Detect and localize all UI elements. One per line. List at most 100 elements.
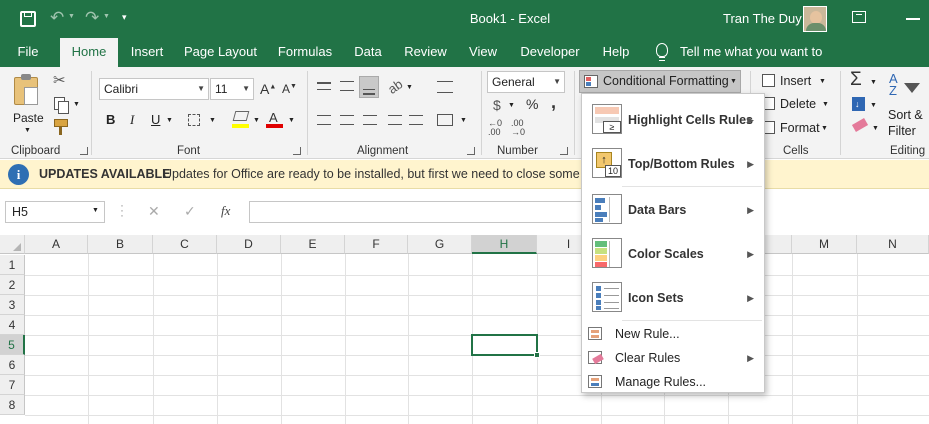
active-cell[interactable] — [471, 334, 540, 358]
comma-button[interactable]: , — [551, 92, 556, 113]
tab-data[interactable]: Data — [348, 38, 388, 67]
row-header[interactable]: 8 — [0, 395, 25, 415]
row-header[interactable]: 2 — [0, 275, 25, 295]
fill-icon[interactable]: ↓ — [852, 97, 865, 111]
menu-item-manage-rules[interactable]: Manage Rules... — [582, 370, 764, 394]
align-center-icon[interactable] — [340, 115, 354, 125]
fill-handle[interactable] — [534, 352, 540, 358]
cancel-entry-icon[interactable]: ✕ — [148, 203, 160, 220]
enter-entry-icon[interactable]: ✓ — [184, 203, 196, 220]
column-header[interactable]: C — [153, 235, 217, 254]
row-header[interactable]: 4 — [0, 315, 25, 335]
insert-cells-label[interactable]: Insert — [780, 74, 811, 88]
font-launcher-icon[interactable] — [293, 147, 301, 155]
align-left-icon[interactable] — [317, 115, 331, 125]
number-format-select[interactable]: General ▼ — [487, 71, 565, 93]
tab-page-layout[interactable]: Page Layout — [180, 38, 261, 67]
menu-item-data-bars[interactable]: Data Bars ▶ — [582, 188, 764, 232]
save-icon[interactable] — [20, 11, 36, 27]
clipboard-launcher-icon[interactable] — [80, 147, 88, 155]
align-right-icon[interactable] — [363, 115, 377, 125]
select-all-corner[interactable] — [0, 235, 25, 254]
copy-icon[interactable] — [54, 97, 69, 114]
sort-filter-label-1[interactable]: Sort & — [888, 108, 923, 122]
menu-item-top-bottom-rules[interactable]: ↑ 10 Top/Bottom Rules ▶ — [582, 142, 764, 186]
font-size-select[interactable]: 11 ▼ — [210, 78, 254, 100]
currency-button[interactable]: $ — [493, 97, 501, 113]
clear-dropdown-icon[interactable]: ▼ — [872, 125, 879, 132]
orientation-dropdown-icon[interactable]: ▼ — [406, 84, 413, 91]
conditional-formatting-button[interactable]: Conditional Formatting ▼ — [579, 70, 741, 93]
user-name[interactable]: Tran The Duy — [723, 11, 802, 26]
tab-formulas[interactable]: Formulas — [272, 38, 338, 67]
underline-dropdown-icon[interactable]: ▼ — [166, 117, 173, 124]
italic-button[interactable]: I — [130, 112, 134, 128]
delete-cells-label[interactable]: Delete — [780, 97, 816, 111]
orientation-icon[interactable]: ab — [385, 76, 405, 97]
name-box[interactable]: H5 ▼ — [5, 201, 105, 223]
customize-qat-icon[interactable]: ▾ — [122, 12, 127, 23]
paste-button[interactable]: Paste ▼ — [8, 73, 48, 134]
menu-item-icon-sets[interactable]: Icon Sets ▶ — [582, 276, 764, 320]
bold-button[interactable]: B — [106, 112, 115, 127]
number-launcher-icon[interactable] — [560, 147, 568, 155]
increase-decimal-icon[interactable]: ←0.00 — [488, 119, 502, 137]
formula-input[interactable] — [249, 201, 584, 223]
font-color-dropdown-icon[interactable]: ▼ — [288, 117, 295, 124]
column-header-active[interactable]: H — [472, 235, 537, 254]
increase-font-size-icon[interactable]: A▲ — [260, 81, 276, 97]
redo-icon[interactable]: ↷ — [85, 8, 99, 28]
font-color-icon[interactable]: A — [269, 110, 278, 125]
percent-button[interactable]: % — [526, 96, 538, 112]
menu-item-highlight-cells-rules[interactable]: ≥ Highlight Cells Rules ▶ — [582, 98, 764, 142]
fill-color-dropdown-icon[interactable]: ▼ — [253, 117, 260, 124]
column-header[interactable]: B — [88, 235, 153, 254]
menu-item-color-scales[interactable]: Color Scales ▶ — [582, 232, 764, 276]
tab-developer[interactable]: Developer — [514, 38, 586, 67]
decrease-decimal-icon[interactable]: .00 →0 — [511, 119, 525, 137]
align-middle-icon[interactable] — [340, 81, 354, 91]
column-header[interactable]: E — [281, 235, 345, 254]
clear-icon[interactable] — [851, 118, 869, 132]
fill-dropdown-icon[interactable]: ▼ — [870, 102, 877, 109]
row-header[interactable]: 3 — [0, 295, 25, 315]
insert-function-icon[interactable]: fx — [221, 203, 230, 219]
column-header[interactable]: A — [25, 235, 88, 254]
row-header[interactable]: 6 — [0, 355, 25, 375]
column-header[interactable]: G — [408, 235, 472, 254]
autosum-dropdown-icon[interactable]: ▼ — [870, 79, 877, 86]
cut-icon[interactable]: ✂ — [53, 71, 66, 89]
font-name-select[interactable]: Calibri ▼ — [99, 78, 209, 100]
redo-dropdown-icon[interactable]: ▼ — [103, 13, 110, 20]
column-header[interactable]: N — [857, 235, 929, 254]
row-header-active[interactable]: 5 — [0, 335, 25, 355]
tab-home[interactable]: Home — [60, 38, 118, 67]
sort-filter-icon[interactable]: AZ — [889, 72, 898, 97]
row-header[interactable]: 7 — [0, 375, 25, 395]
merge-center-icon[interactable] — [437, 114, 453, 126]
currency-dropdown-icon[interactable]: ▼ — [508, 102, 515, 109]
autosum-icon[interactable]: Σ — [850, 69, 862, 91]
delete-dropdown-icon[interactable]: ▼ — [822, 101, 829, 108]
column-header[interactable]: D — [217, 235, 281, 254]
ribbon-display-options-icon[interactable] — [852, 11, 866, 23]
insert-cells-icon[interactable] — [762, 74, 775, 87]
column-header[interactable]: F — [345, 235, 408, 254]
format-dropdown-icon[interactable]: ▼ — [821, 125, 828, 132]
tab-file[interactable]: File — [9, 38, 47, 67]
align-bottom-icon[interactable] — [359, 76, 379, 98]
alignment-launcher-icon[interactable] — [467, 147, 475, 155]
tell-me-search[interactable]: Tell me what you want to do — [680, 38, 840, 87]
tab-review[interactable]: Review — [398, 38, 453, 67]
tab-help[interactable]: Help — [596, 38, 636, 67]
borders-icon[interactable] — [188, 114, 200, 126]
decrease-indent-icon[interactable] — [388, 115, 402, 125]
column-header[interactable]: M — [792, 235, 857, 254]
wrap-text-icon[interactable] — [437, 81, 453, 93]
format-painter-icon[interactable] — [54, 119, 68, 135]
insert-dropdown-icon[interactable]: ▼ — [819, 78, 826, 85]
menu-item-new-rule[interactable]: New Rule... — [582, 322, 764, 346]
underline-button[interactable]: U — [151, 112, 160, 127]
tab-view[interactable]: View — [462, 38, 504, 67]
sort-filter-label-2[interactable]: Filter — [888, 124, 916, 138]
